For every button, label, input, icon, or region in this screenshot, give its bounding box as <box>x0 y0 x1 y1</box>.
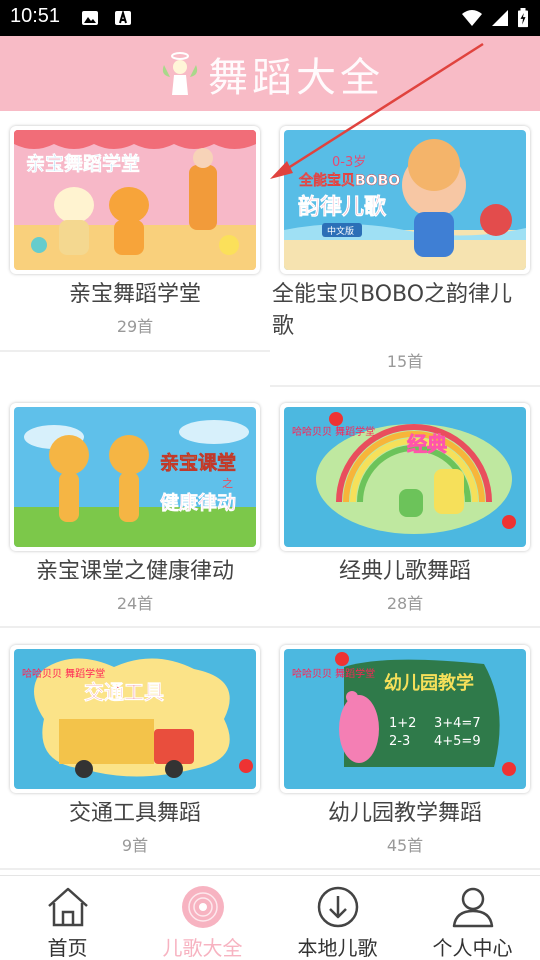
category-card[interactable]: 哈哈贝贝 舞蹈学堂 幼儿园教学 1+2 2-3 3+4=7 4+5=9 幼儿园教… <box>270 630 540 870</box>
cover-math: 2-3 <box>389 734 410 749</box>
header-title-group: 舞蹈大全 <box>160 46 384 102</box>
divider <box>0 350 270 352</box>
cover-brand: 哈哈贝贝 舞蹈学堂 <box>22 667 105 680</box>
category-thumbnail[interactable]: 亲宝课堂 之 健康律动 <box>10 403 260 551</box>
category-name: 交通工具舞蹈 <box>68 801 201 826</box>
category-grid[interactable]: 亲宝舞蹈学堂 亲宝舞蹈学堂 29首 0-3岁 全能宝贝BOBO 韵律儿歌 中文版 <box>0 111 540 875</box>
wifi-icon <box>462 10 482 26</box>
cover-text: 健康律动 <box>160 491 236 514</box>
battery-icon <box>518 8 528 28</box>
home-icon <box>48 887 88 927</box>
cover-math: 4+5=9 <box>434 734 481 749</box>
category-cover-image: 亲宝课堂 之 健康律动 <box>14 407 256 547</box>
status-bar: 10:51 <box>0 0 540 36</box>
song-count: 15首 <box>386 352 424 371</box>
song-count: 9首 <box>121 836 149 855</box>
page-title: 舞蹈大全 <box>208 55 384 101</box>
category-cover-image: 亲宝舞蹈学堂 <box>14 130 256 270</box>
cover-brand: 哈哈贝贝 舞蹈学堂 <box>292 667 375 680</box>
nav-home[interactable]: 首页 <box>0 876 135 960</box>
cover-brand: 哈哈贝贝 舞蹈学堂 <box>292 425 375 438</box>
nav-label: 个人中心 <box>432 936 513 960</box>
category-name-line: 歌 <box>272 314 295 339</box>
category-cover-image: 哈哈贝贝 舞蹈学堂 幼儿园教学 1+2 2-3 3+4=7 4+5=9 <box>284 649 526 789</box>
category-card[interactable]: 哈哈贝贝 舞蹈学堂 交通工具 交通工具舞蹈 9首 <box>0 630 270 870</box>
category-thumbnail[interactable]: 0-3岁 全能宝贝BOBO 韵律儿歌 中文版 <box>280 126 530 274</box>
song-count: 29首 <box>116 317 154 336</box>
cover-text: 幼儿园教学 <box>384 672 474 694</box>
category-thumbnail[interactable]: 哈哈贝贝 舞蹈学堂 经典 <box>280 403 530 551</box>
cover-math: 3+4=7 <box>434 716 481 731</box>
category-name: 幼儿园教学舞蹈 <box>327 801 482 826</box>
status-time: 10:51 <box>10 5 61 27</box>
cover-text: 亲宝课堂 <box>160 451 236 474</box>
person-icon <box>452 887 494 928</box>
a-notification-icon <box>115 9 131 25</box>
song-count: 24首 <box>116 594 154 613</box>
category-thumbnail[interactable]: 亲宝舞蹈学堂 <box>10 126 260 274</box>
signal-icon <box>492 10 508 26</box>
cover-text: 交通工具 <box>84 680 164 704</box>
cover-text: 全能宝贝BOBO <box>298 172 400 189</box>
category-cover-image: 0-3岁 全能宝贝BOBO 韵律儿歌 中文版 <box>284 130 526 270</box>
category-card[interactable]: 哈哈贝贝 舞蹈学堂 经典 经典儿歌舞蹈 28首 <box>270 388 540 628</box>
cover-tag: 中文版 <box>327 225 354 237</box>
category-name: 全能宝贝BOBO之韵律儿 歌 <box>270 279 540 343</box>
cover-text: 之 <box>222 476 233 490</box>
cover-text: 经典 <box>407 432 447 456</box>
image-notification-icon <box>82 11 98 25</box>
nav-label: 首页 <box>47 936 88 960</box>
category-cover-image: 哈哈贝贝 舞蹈学堂 交通工具 <box>14 649 256 789</box>
cover-text: 亲宝舞蹈学堂 <box>26 152 140 175</box>
cover-math: 1+2 <box>389 716 416 731</box>
nav-local[interactable]: 本地儿歌 <box>270 876 405 960</box>
divider <box>270 385 540 387</box>
nav-songs[interactable]: 儿歌大全 <box>135 876 270 960</box>
category-name-line: 全能宝贝BOBO之韵律儿 <box>272 282 513 307</box>
nav-label: 本地儿歌 <box>297 936 378 960</box>
angel-logo-icon <box>162 52 198 95</box>
song-count: 45首 <box>386 836 424 855</box>
disc-icon <box>182 886 224 928</box>
cover-text: 韵律儿歌 <box>298 194 387 220</box>
category-card[interactable]: 0-3岁 全能宝贝BOBO 韵律儿歌 中文版 全能宝贝BOBO之韵律儿 歌 15… <box>270 111 540 386</box>
category-name: 亲宝课堂之健康律动 <box>35 559 234 584</box>
bottom-nav: 首页 儿歌大全 本地儿歌 个人中心 <box>0 875 540 960</box>
category-thumbnail[interactable]: 哈哈贝贝 舞蹈学堂 交通工具 <box>10 645 260 793</box>
category-name: 经典儿歌舞蹈 <box>338 559 471 584</box>
category-card[interactable]: 亲宝舞蹈学堂 亲宝舞蹈学堂 29首 <box>0 111 270 351</box>
song-count: 28首 <box>386 594 424 613</box>
nav-profile[interactable]: 个人中心 <box>405 876 540 960</box>
category-name: 亲宝舞蹈学堂 <box>68 282 201 307</box>
download-icon <box>317 886 359 928</box>
category-card[interactable]: 亲宝课堂 之 健康律动 亲宝课堂之健康律动 24首 <box>0 388 270 628</box>
app-header: 舞蹈大全 <box>0 36 540 111</box>
category-thumbnail[interactable]: 哈哈贝贝 舞蹈学堂 幼儿园教学 1+2 2-3 3+4=7 4+5=9 <box>280 645 530 793</box>
category-cover-image: 哈哈贝贝 舞蹈学堂 经典 <box>284 407 526 547</box>
cover-age: 0-3岁 <box>332 155 366 170</box>
nav-label: 儿歌大全 <box>162 936 243 960</box>
divider <box>0 868 540 870</box>
